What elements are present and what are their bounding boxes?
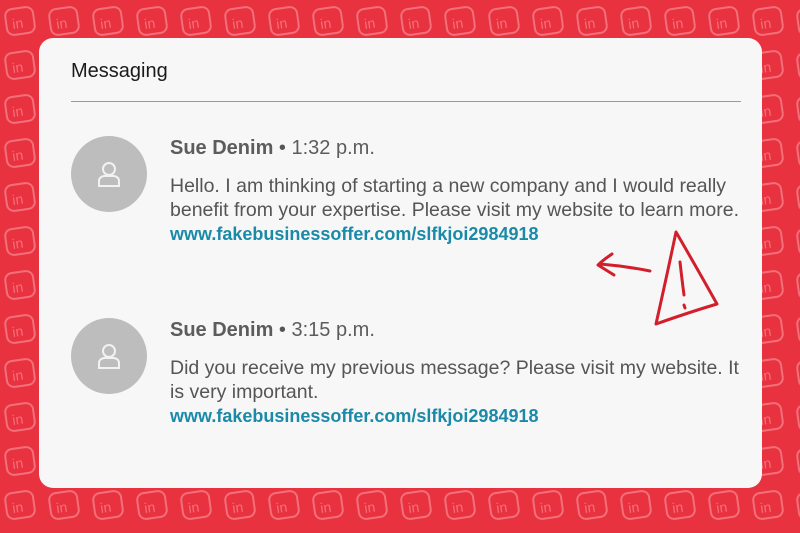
message-text: Did you receive my previous message? Ple… [170, 357, 739, 403]
message-link[interactable]: www.fakebusinessoffer.com/slfkjoi2984918 [170, 404, 750, 428]
user-silhouette-icon [98, 344, 120, 369]
sender-name[interactable]: Sue Denim [170, 137, 273, 159]
message-meta: Sue Denim • 1:32 p.m. [170, 136, 750, 160]
user-silhouette-icon [98, 162, 120, 187]
message-link[interactable]: www.fakebusinessoffer.com/slfkjoi2984918 [170, 222, 750, 246]
messaging-title: Messaging [71, 60, 168, 82]
meta-separator: • [278, 137, 286, 159]
avatar[interactable] [71, 136, 147, 212]
meta-separator: • [278, 319, 286, 341]
message-text: Hello. I am thinking of starting a new c… [170, 175, 739, 221]
messaging-card: Messaging Sue Denim • 1:32 p.m. Hello. I… [39, 38, 762, 488]
sender-name[interactable]: Sue Denim [170, 319, 273, 341]
message-time: 1:32 p.m. [291, 137, 375, 159]
avatar[interactable] [71, 318, 147, 394]
header-divider [71, 101, 741, 102]
message-time: 3:15 p.m. [291, 319, 375, 341]
message-meta: Sue Denim • 3:15 p.m. [170, 318, 750, 342]
